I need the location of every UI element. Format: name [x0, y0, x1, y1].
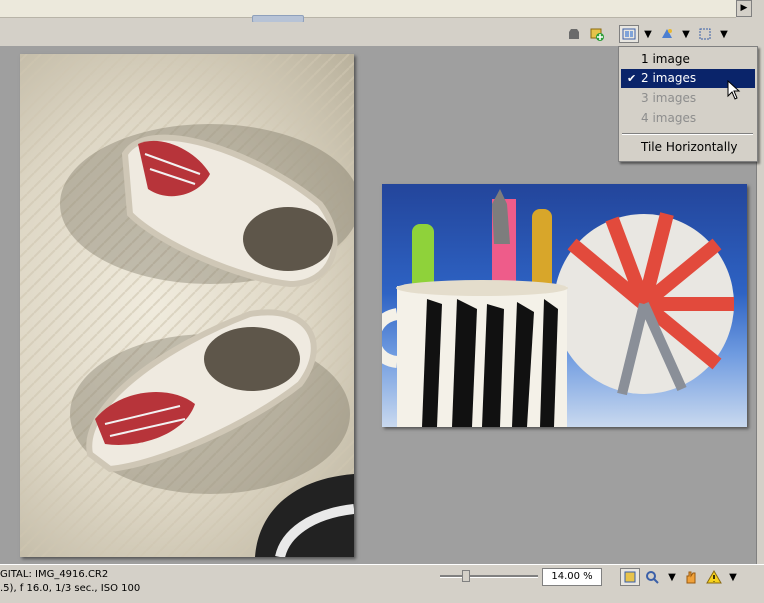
tile-button[interactable] [619, 25, 639, 43]
image-pen-cup[interactable] [382, 184, 747, 427]
hand-tool-button[interactable] [683, 568, 699, 586]
color-dropdown-button[interactable]: ▼ [680, 25, 692, 43]
arrow-right-icon: ▶ [740, 3, 748, 13]
horizontal-scrollbar[interactable] [0, 0, 736, 18]
dropdown-arrow-icon: ▼ [682, 28, 690, 40]
menu-item-1-image[interactable]: 1 image [621, 50, 755, 69]
hand-icon [686, 571, 696, 584]
selection-icon [699, 28, 711, 40]
menu-item-label: 2 images [641, 71, 697, 85]
warning-button[interactable] [705, 568, 723, 586]
pen-cup-photo [382, 189, 734, 427]
tile-dropdown-button[interactable]: ▼ [642, 25, 654, 43]
mouse-cursor-icon [727, 80, 741, 100]
selection-dropdown-button[interactable]: ▼ [718, 25, 730, 43]
zoom-dropdown-button[interactable]: ▼ [666, 568, 678, 586]
toolbar: ▼ ▼ ▼ [0, 22, 764, 47]
color-button[interactable] [658, 25, 676, 43]
zoom-slider-track [440, 575, 538, 578]
tile-icon [622, 28, 636, 40]
menu-item-tile-horizontally[interactable]: Tile Horizontally [621, 138, 755, 157]
dropdown-arrow-icon: ▼ [644, 28, 652, 40]
add-image-icon [590, 28, 604, 41]
dropdown-arrow-icon: ▼ [668, 571, 676, 583]
magnifier-icon [646, 571, 659, 584]
check-icon: ✔ [627, 72, 637, 85]
fit-button[interactable] [620, 568, 640, 586]
scroll-right-button[interactable]: ▶ [736, 0, 752, 17]
zoom-tool-button[interactable] [644, 568, 660, 586]
add-image-button[interactable] [588, 25, 606, 43]
dropdown-arrow-icon: ▼ [720, 28, 728, 40]
slippers-photo [20, 54, 354, 557]
fit-icon [624, 571, 636, 583]
tile-dropdown-menu: 1 image ✔ 2 images 3 images 4 images Til… [618, 46, 758, 162]
status-filename: GITAL: IMG_4916.CR2 [0, 569, 109, 580]
menu-item-4-images: 4 images [641, 111, 697, 125]
stamp-icon [569, 29, 579, 39]
zoom-level-field[interactable]: 14.00 % [542, 568, 602, 586]
zoom-slider[interactable] [440, 570, 538, 582]
top-bar: ▶ [0, 0, 764, 23]
stamp-button[interactable] [566, 25, 582, 43]
warning-dropdown-button[interactable]: ▼ [727, 568, 739, 586]
warning-icon [706, 570, 722, 584]
menu-separator [622, 133, 753, 135]
selection-button[interactable] [697, 25, 713, 43]
zoom-slider-thumb[interactable] [462, 570, 470, 582]
image-slippers[interactable] [20, 54, 354, 557]
status-exif: .5), f 16.0, 1/3 sec., ISO 100 [0, 583, 141, 594]
dropdown-arrow-icon: ▼ [729, 571, 737, 583]
color-icon [662, 29, 672, 38]
